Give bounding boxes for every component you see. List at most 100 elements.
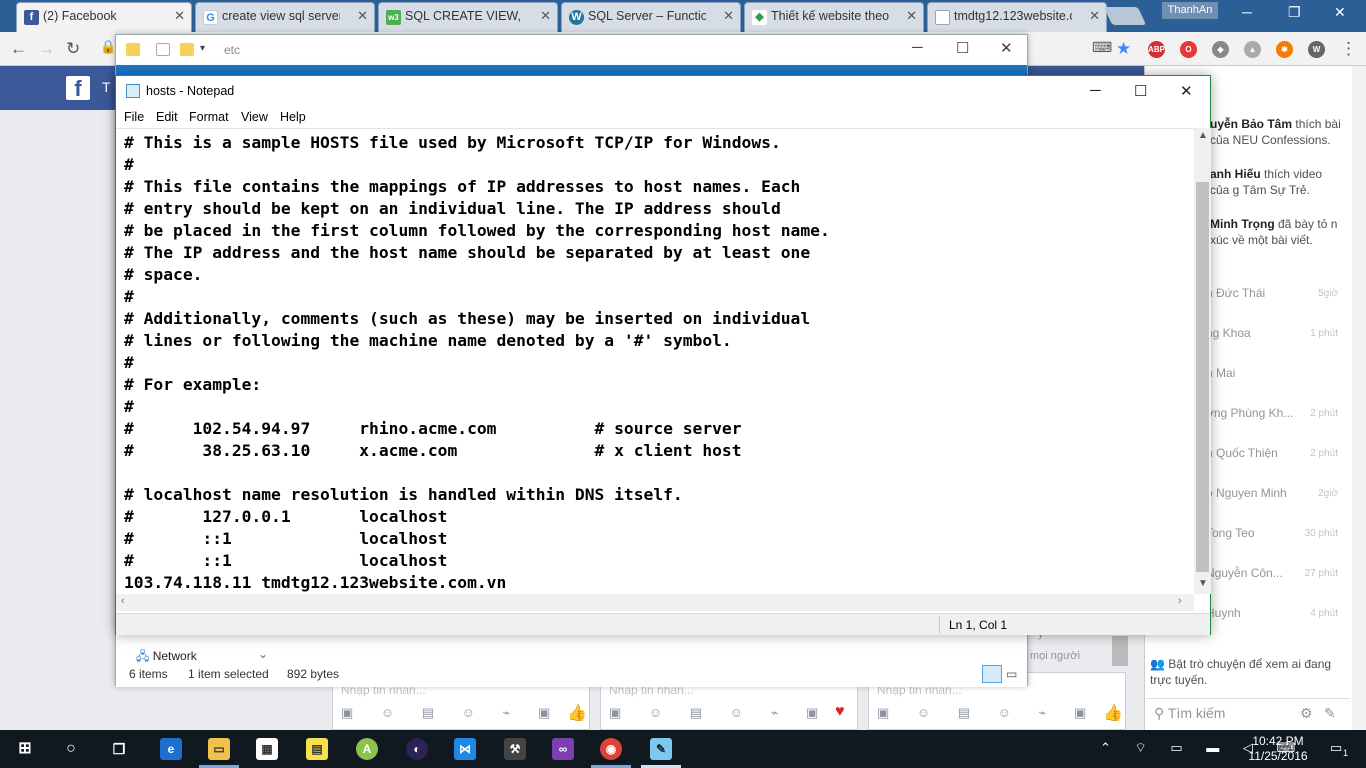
maximize-icon[interactable]: ☐ <box>956 39 969 57</box>
store-icon[interactable]: ▦ <box>256 738 278 760</box>
contact-item[interactable]: ng Khoa 1 phút <box>1206 326 1346 340</box>
contact-item[interactable]: Huynh 4 phút <box>1206 606 1346 620</box>
close-icon[interactable]: ✕ <box>1180 82 1193 100</box>
close-icon[interactable]: ✕ <box>174 8 185 24</box>
tab-w3schools[interactable]: w3 SQL CREATE VIEW, CRE ✕ <box>378 2 558 32</box>
page-scrollbar[interactable] <box>1352 66 1366 730</box>
chat-search-input[interactable]: ⚲ Tìm kiếm ⚙ ✎ <box>1146 698 1350 728</box>
reload-icon[interactable]: ↻ <box>66 39 80 59</box>
thumbs-up-icon[interactable]: 👍 <box>567 703 587 723</box>
extension-icon[interactable]: ◆ <box>1212 41 1229 58</box>
chat-tool-icons[interactable]: ▣ ☺ ▤ ☺ ⌁ ▣ <box>877 705 1098 721</box>
scroll-right-icon[interactable]: › <box>1178 595 1182 607</box>
close-icon[interactable]: ✕ <box>1334 4 1346 21</box>
contact-item[interactable]: Nguyễn Côn... 27 phút <box>1206 566 1346 580</box>
chat-online-hint[interactable]: 👥 Bật trò chuyện để xem ai đang trực tuy… <box>1150 656 1346 688</box>
back-icon[interactable]: ← <box>10 39 27 59</box>
tab-title: SQL Server – Function <box>588 9 706 23</box>
wordpress-icon: W <box>569 10 584 25</box>
scroll-down-icon[interactable]: ▼ <box>1198 578 1208 589</box>
new-folder-icon[interactable] <box>180 43 194 56</box>
chat-tool-icons[interactable]: ▣ ☺ ▤ ☺ ⌁ ▣ <box>609 705 830 721</box>
close-icon[interactable]: ✕ <box>723 8 734 24</box>
extension-icon[interactable]: ✱ <box>1276 41 1293 58</box>
gear-icon[interactable]: ⚙ <box>1300 705 1313 722</box>
sticky-notes-icon[interactable]: ▤ <box>306 738 328 760</box>
menu-help[interactable]: Help <box>280 110 306 124</box>
chevron-down-icon[interactable]: ▾ <box>200 43 214 56</box>
heart-icon[interactable]: ♥ <box>835 703 845 721</box>
visual-studio-icon[interactable]: ∞ <box>552 738 574 760</box>
scroll-left-icon[interactable]: ‹ <box>121 595 125 607</box>
vertical-scrollbar[interactable]: ▲ ▼ <box>1194 128 1211 594</box>
close-icon[interactable]: ✕ <box>540 8 551 24</box>
maximize-icon[interactable]: ☐ <box>1134 82 1147 100</box>
contact-item[interactable]: o Nguyen Minh 2giờ <box>1206 486 1346 500</box>
tab-website[interactable]: tmdtg12.123website.co ✕ <box>927 2 1107 32</box>
list-scrollbar[interactable] <box>1112 636 1128 666</box>
tab-wordpress[interactable]: W SQL Server – Function ✕ <box>561 2 741 32</box>
scroll-up-icon[interactable]: ▲ <box>1198 130 1208 141</box>
contact-item[interactable]: n Mai <box>1206 366 1346 380</box>
vscode-icon[interactable]: ⋈ <box>454 738 476 760</box>
ticker-item[interactable]: uyễn Bảo Tâm thích bài của NEU Confessio… <box>1210 116 1342 148</box>
edge-icon[interactable]: e <box>160 738 182 760</box>
chat-tool-icons[interactable]: ▣ ☺ ▤ ☺ ⌁ ▣ <box>341 705 562 721</box>
windows-start-icon[interactable]: ⊞ <box>14 738 36 760</box>
contact-item[interactable]: Tong Teo 30 phút <box>1206 526 1346 540</box>
minimize-icon[interactable]: ─ <box>1242 4 1252 20</box>
close-icon[interactable]: ✕ <box>1000 39 1013 57</box>
contact-item[interactable]: ơng Phùng Kh... 2 phút <box>1206 406 1346 420</box>
notepad-icon[interactable]: ✎ <box>650 738 672 760</box>
ticker-item[interactable]: anh Hiếu thích video của g Tâm Sự Trẻ. <box>1210 166 1342 198</box>
facebook-logo[interactable]: f <box>66 76 90 101</box>
text-editor-area[interactable]: # This is a sample HOSTS file used by Mi… <box>116 128 1194 594</box>
menu-icon[interactable]: ⋮ <box>1340 39 1357 59</box>
wordpress-icon[interactable]: W <box>1308 41 1325 58</box>
close-icon[interactable]: ✕ <box>357 8 368 24</box>
minimize-icon[interactable]: ─ <box>1090 82 1101 99</box>
contact-time: 2giờ <box>1318 488 1338 499</box>
menu-edit[interactable]: Edit <box>156 110 178 124</box>
opera-icon[interactable]: O <box>1180 41 1197 58</box>
chrome-icon[interactable]: ◉ <box>600 738 622 760</box>
eclipse-icon[interactable]: ◐ <box>406 738 428 760</box>
chevron-down-icon[interactable]: ⌄ <box>258 647 268 661</box>
contact-item[interactable]: n Quốc Thiện 2 phút <box>1206 446 1346 460</box>
search-icon[interactable]: ○ <box>60 738 82 760</box>
edit-icon[interactable]: ✎ <box>1324 705 1336 722</box>
taskbar-clock[interactable]: 10:42 PM 11/25/2016 <box>1248 734 1308 764</box>
notification-center-icon[interactable]: ▭ <box>1330 740 1342 756</box>
minimize-icon[interactable]: ─ <box>912 39 923 56</box>
horizontal-scrollbar[interactable]: ‹ › <box>116 594 1194 611</box>
menu-file[interactable]: File <box>124 110 144 124</box>
tab-facebook[interactable]: f (2) Facebook ✕ <box>16 2 192 32</box>
properties-icon[interactable] <box>156 43 170 56</box>
forward-icon[interactable]: → <box>38 39 55 59</box>
tab-web-design[interactable]: ◆ Thiết kế website theo ✕ <box>744 2 924 32</box>
file-explorer-icon[interactable]: ▭ <box>208 738 230 760</box>
scroll-thumb[interactable] <box>1196 182 1209 572</box>
ticker-item[interactable]: Minh Trọng đã bày tỏ n xúc về một bài vi… <box>1210 216 1342 248</box>
menu-format[interactable]: Format <box>189 110 229 124</box>
tab-google-search[interactable]: G create view sql server 2 ✕ <box>195 2 375 32</box>
profile-button[interactable]: ThanhAn <box>1162 2 1218 19</box>
close-icon[interactable]: ✕ <box>1089 8 1100 24</box>
notepad-window[interactable]: hosts - Notepad ─ ☐ ✕ File Edit Format V… <box>115 75 1211 635</box>
hosts-file-content[interactable]: # This is a sample HOSTS file used by Mi… <box>124 132 830 594</box>
contact-name: Nguyễn Côn... <box>1206 566 1283 580</box>
drive-icon[interactable]: ▲ <box>1244 41 1261 58</box>
tools-icon[interactable]: ⚒ <box>504 738 526 760</box>
adblock-plus-icon[interactable]: ABP <box>1148 41 1165 58</box>
menu-view[interactable]: View <box>241 110 268 124</box>
bookmark-star-icon[interactable]: ★ <box>1116 39 1131 59</box>
details-view-icon[interactable] <box>982 665 1002 683</box>
task-view-icon[interactable]: ❐ <box>108 738 130 760</box>
translate-icon[interactable]: ⌨ <box>1092 39 1112 56</box>
contact-item[interactable]: n Đức Thái 5giờ <box>1206 286 1346 300</box>
thumbs-up-icon[interactable]: 👍 <box>1103 703 1123 723</box>
close-icon[interactable]: ✕ <box>906 8 917 24</box>
restore-icon[interactable]: ❐ <box>1288 4 1301 21</box>
large-icons-view-icon[interactable]: ▭ <box>1006 667 1017 681</box>
android-studio-icon[interactable]: A <box>356 738 378 760</box>
